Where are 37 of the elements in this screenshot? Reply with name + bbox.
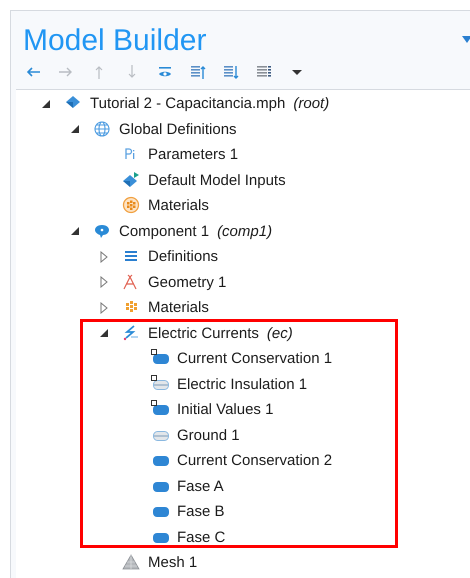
collapse-triangle-icon[interactable] <box>69 123 81 136</box>
collapse-all-icon[interactable] <box>223 64 239 80</box>
tree-item[interactable]: Default Model Inputs <box>148 172 286 189</box>
expand-triangle-icon[interactable] <box>98 302 110 314</box>
tree-item[interactable]: Electric Currents <box>148 324 259 342</box>
tree-item[interactable]: Mesh 1 <box>148 554 198 572</box>
tree-item-tag: (ec) <box>266 324 293 342</box>
tree-item[interactable]: Fase B <box>177 503 225 520</box>
collapse-triangle-icon[interactable] <box>98 327 110 340</box>
tree-item[interactable]: Electric Insulation 1 <box>177 376 308 393</box>
lightning-icon <box>122 324 141 343</box>
tree-item[interactable]: Fase A <box>177 478 224 495</box>
tree-item[interactable]: Global Definitions <box>119 120 237 138</box>
tree-item[interactable]: Current Conservation 1 <box>177 350 332 368</box>
tree-item[interactable]: Initial Values 1 <box>177 401 274 418</box>
tree-item[interactable]: Parameters 1 <box>148 146 238 164</box>
tree-item[interactable]: Tutorial 2 - Capacitancia.mph <box>90 95 286 112</box>
inputs-icon <box>122 170 141 190</box>
globe-icon <box>93 120 112 139</box>
tree-item[interactable]: Component 1 <box>119 222 210 240</box>
expand-triangle-icon[interactable] <box>98 250 110 263</box>
tree-item-tag: (root) <box>293 95 330 112</box>
tree-item[interactable]: Materials <box>148 197 209 214</box>
expand-all-icon[interactable] <box>190 64 206 80</box>
tree-item[interactable]: Materials <box>148 299 209 316</box>
tree-item[interactable]: Geometry 1 <box>148 274 226 291</box>
tree-item[interactable]: Ground 1 <box>177 426 240 444</box>
materials-icon <box>122 196 141 216</box>
tree-item[interactable]: Fase C <box>177 528 226 546</box>
expand-triangle-icon[interactable] <box>98 276 110 288</box>
tree-item-tag: (comp1) <box>217 222 272 240</box>
tree-item[interactable]: Definitions <box>148 248 218 266</box>
collapse-triangle-icon[interactable] <box>69 225 81 238</box>
collapse-triangle-icon[interactable] <box>40 98 52 110</box>
tree-item[interactable]: Current Conservation 2 <box>177 452 332 470</box>
panel-title: Model Builder <box>23 23 206 59</box>
mesh-icon <box>122 553 141 572</box>
